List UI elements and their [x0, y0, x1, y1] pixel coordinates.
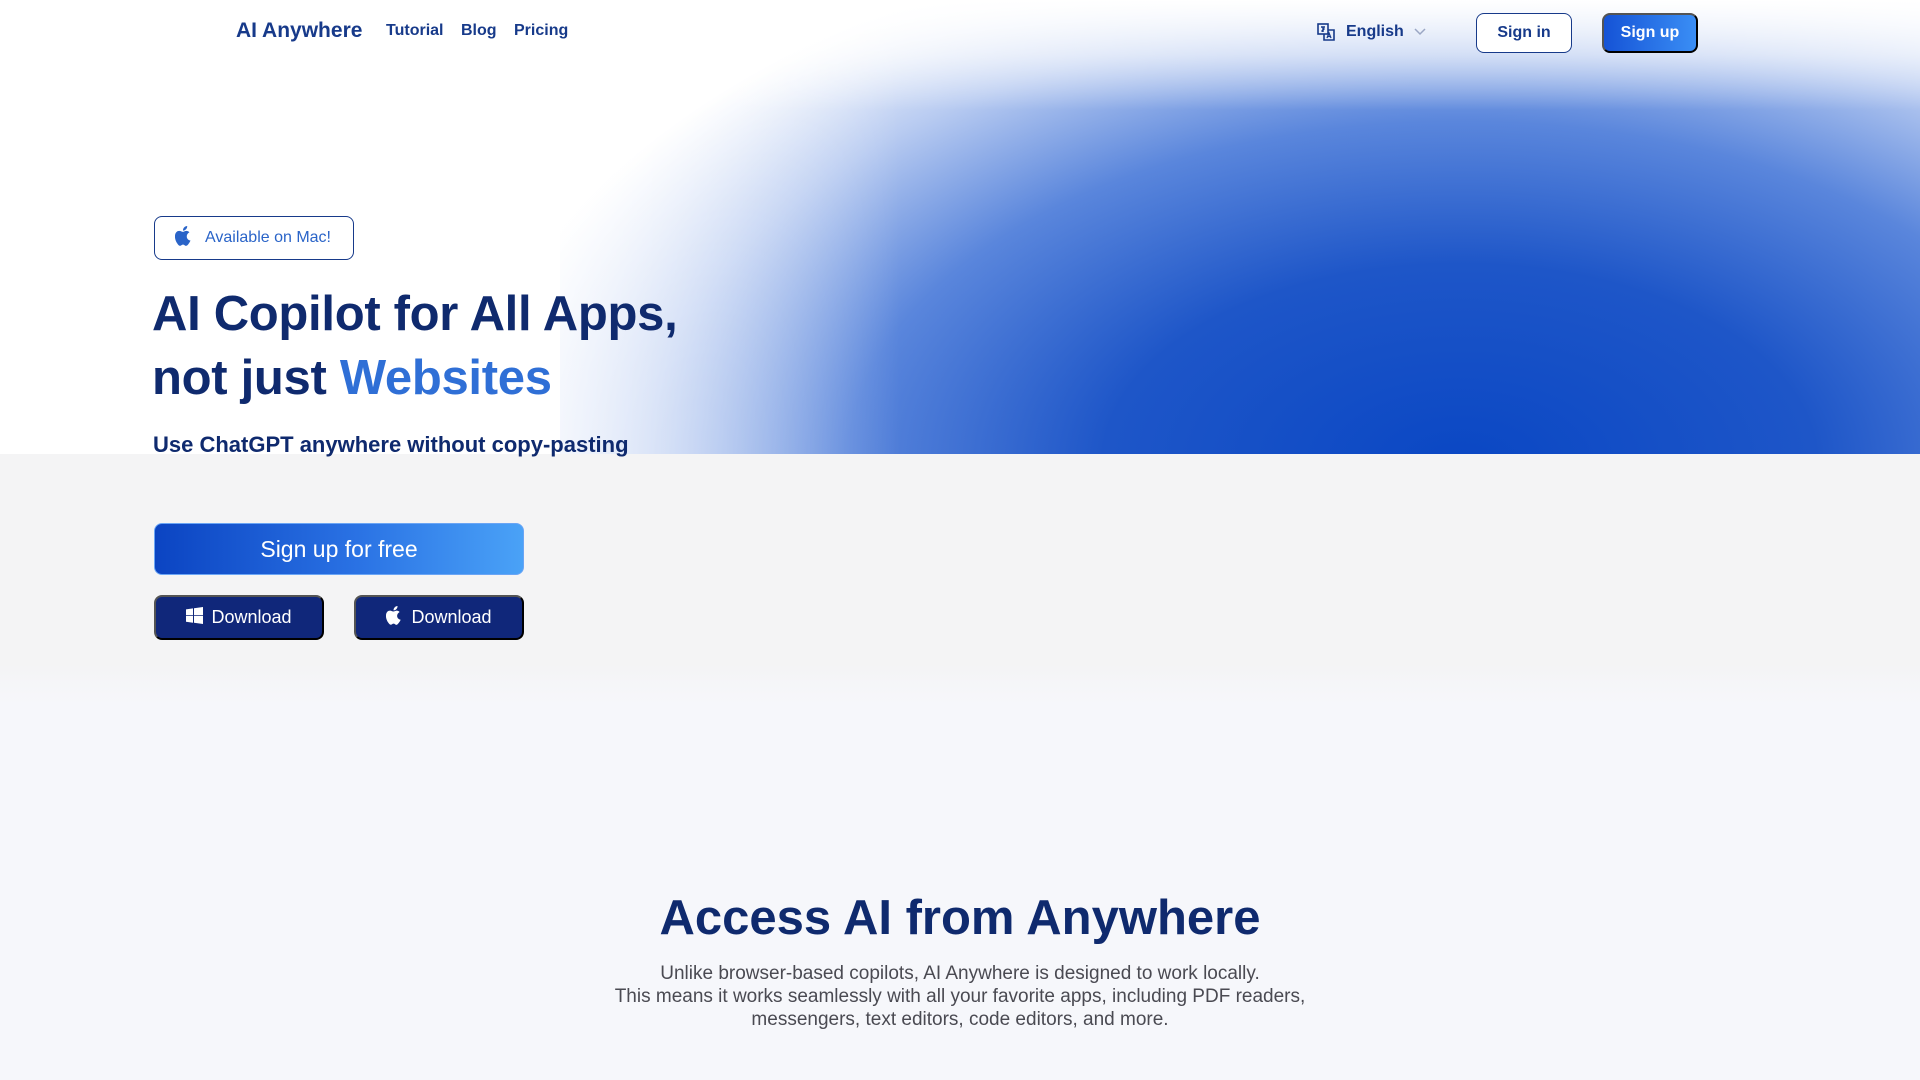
section-title: Access AI from Anywhere	[659, 891, 1261, 945]
language-selector[interactable]: English	[1316, 22, 1426, 42]
nav-link-blog[interactable]: Blog	[461, 22, 497, 40]
section-description-line: This means it works seamlessly with all …	[614, 986, 1306, 1007]
headline-line-1: AI Copilot for All Apps,	[152, 287, 678, 341]
apple-icon	[386, 605, 403, 630]
headline-line-2-prefix: not just	[152, 351, 340, 405]
language-label: English	[1346, 23, 1404, 40]
brand-logo[interactable]: AI Anywhere	[236, 19, 362, 43]
available-on-mac-badge[interactable]: Available on Mac!	[154, 216, 354, 260]
section-description-line: messengers, text editors, code editors, …	[751, 1009, 1169, 1030]
download-mac-button[interactable]: Download	[354, 595, 524, 640]
download-windows-button[interactable]: Download	[154, 595, 324, 640]
apple-icon	[174, 225, 193, 251]
translate-icon	[1316, 22, 1336, 42]
windows-icon	[186, 606, 204, 629]
section-description: Unlike browser-based copilots, AI Anywhe…	[0, 962, 1920, 1031]
nav-link-tutorial[interactable]: Tutorial	[386, 22, 443, 40]
sign-up-free-button[interactable]: Sign up for free	[154, 523, 524, 575]
chevron-down-icon	[1414, 28, 1426, 36]
hero-headline: AI Copilot for All Apps, not just Websit…	[152, 282, 678, 410]
badge-label: Available on Mac!	[205, 229, 331, 246]
top-navbar: AI Anywhere Tutorial Blog Pricing Englis…	[0, 0, 1920, 64]
sign-in-button[interactable]: Sign in	[1476, 13, 1572, 53]
hero-subheadline: Use ChatGPT anywhere without copy-pastin…	[153, 432, 629, 457]
sign-up-button[interactable]: Sign up	[1602, 13, 1698, 53]
download-mac-label: Download	[411, 607, 492, 627]
headline-accent-word: Websites	[339, 351, 552, 405]
nav-link-pricing[interactable]: Pricing	[514, 22, 568, 40]
download-windows-label: Download	[211, 607, 292, 627]
section-description-line: Unlike browser-based copilots, AI Anywhe…	[660, 963, 1260, 984]
